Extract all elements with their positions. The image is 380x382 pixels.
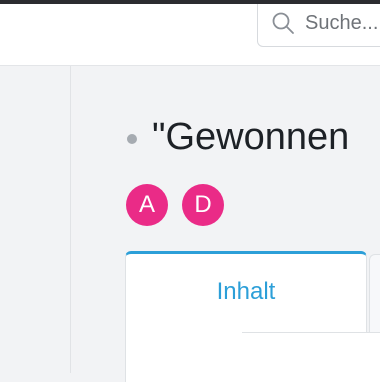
tab-inhalt[interactable]: Inhalt	[125, 251, 367, 332]
search-input[interactable]	[305, 11, 380, 35]
tab-next[interactable]	[369, 254, 380, 332]
app-header	[0, 4, 380, 66]
status-dot	[127, 134, 137, 144]
content-panel	[125, 332, 380, 382]
tab-baseline	[242, 332, 380, 333]
avatar-a[interactable]: A	[126, 184, 168, 226]
search-icon	[271, 11, 295, 35]
sidebar-divider	[70, 66, 71, 373]
search-box[interactable]	[257, 4, 380, 47]
tab-inhalt-label: Inhalt	[216, 278, 276, 305]
page-title: "Gewonnen	[152, 116, 350, 158]
avatar-d[interactable]: D	[182, 184, 224, 226]
